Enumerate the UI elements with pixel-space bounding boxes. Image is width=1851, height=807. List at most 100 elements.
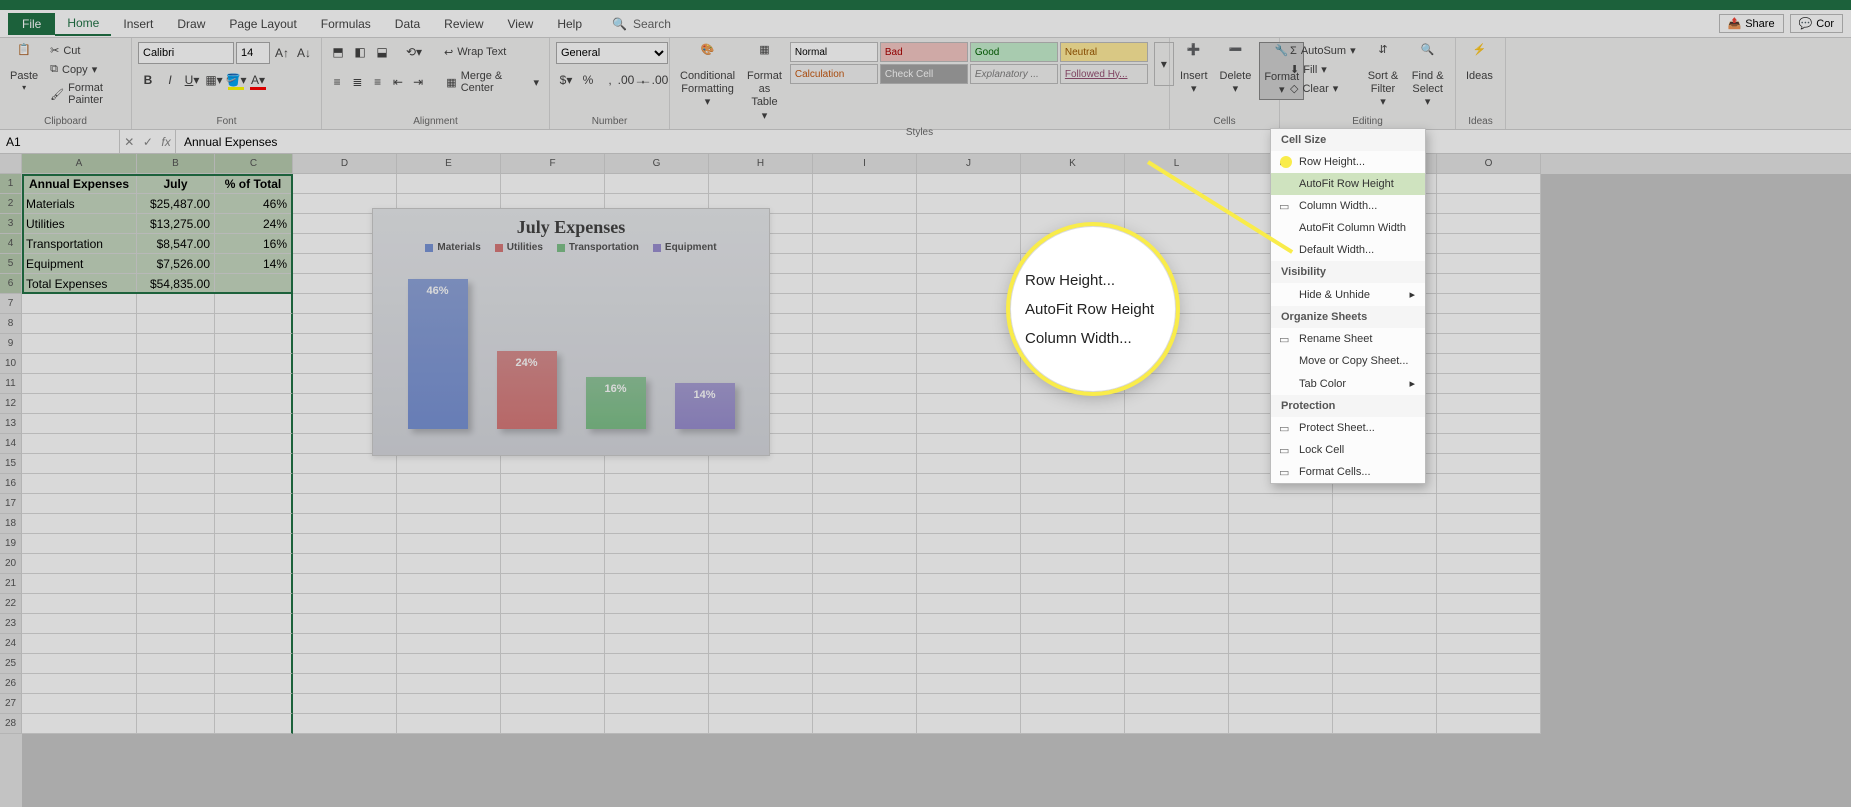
cell-M25[interactable]	[1229, 654, 1333, 674]
cell-E28[interactable]	[397, 714, 501, 734]
bold-button[interactable]: B	[138, 70, 158, 90]
cell-J23[interactable]	[917, 614, 1021, 634]
cell-O21[interactable]	[1437, 574, 1541, 594]
cell-C18[interactable]	[215, 514, 293, 534]
cell-F1[interactable]	[501, 174, 605, 194]
cell-A28[interactable]	[22, 714, 137, 734]
cell-B20[interactable]	[137, 554, 215, 574]
cell-J21[interactable]	[917, 574, 1021, 594]
cell-N22[interactable]	[1333, 594, 1437, 614]
cell-G21[interactable]	[605, 574, 709, 594]
cell-I8[interactable]	[813, 314, 917, 334]
cell-O16[interactable]	[1437, 474, 1541, 494]
style-neutral[interactable]: Neutral	[1060, 42, 1148, 62]
cell-F20[interactable]	[501, 554, 605, 574]
cell-B21[interactable]	[137, 574, 215, 594]
cell-L16[interactable]	[1125, 474, 1229, 494]
col-header-J[interactable]: J	[917, 154, 1021, 174]
worksheet[interactable]: 1234567891011121314151617181920212223242…	[0, 154, 1851, 807]
cell-J14[interactable]	[917, 434, 1021, 454]
cell-L15[interactable]	[1125, 454, 1229, 474]
increase-indent-button[interactable]: ⇥	[409, 72, 427, 92]
clear-button[interactable]: ◇ Clear ▾	[1286, 80, 1360, 97]
cell-A2[interactable]: Materials	[22, 194, 137, 214]
cell-J27[interactable]	[917, 694, 1021, 714]
enter-formula-icon[interactable]: ✓	[143, 135, 153, 149]
cell-E18[interactable]	[397, 514, 501, 534]
tell-me-search[interactable]: 🔍 Search	[612, 17, 671, 31]
row-header-23[interactable]: 23	[0, 614, 22, 634]
col-header-G[interactable]: G	[605, 154, 709, 174]
menu-item-column-width[interactable]: ▭Column Width...	[1271, 195, 1425, 217]
cell-C21[interactable]	[215, 574, 293, 594]
menu-item-autofit-column-width[interactable]: AutoFit Column Width	[1271, 217, 1425, 239]
row-header-1[interactable]: 1	[0, 174, 22, 194]
cell-A7[interactable]	[22, 294, 137, 314]
cell-B11[interactable]	[137, 374, 215, 394]
conditional-formatting-button[interactable]: 🎨Conditional Formatting▾	[676, 42, 739, 112]
cell-O12[interactable]	[1437, 394, 1541, 414]
cell-L13[interactable]	[1125, 414, 1229, 434]
cell-B26[interactable]	[137, 674, 215, 694]
cell-J20[interactable]	[917, 554, 1021, 574]
cell-A23[interactable]	[22, 614, 137, 634]
sort-filter-button[interactable]: ⇵Sort & Filter▾	[1364, 42, 1403, 112]
cell-L24[interactable]	[1125, 634, 1229, 654]
cell-O28[interactable]	[1437, 714, 1541, 734]
menu-item-protect-sheet[interactable]: ▭Protect Sheet...	[1271, 417, 1425, 439]
cell-K14[interactable]	[1021, 434, 1125, 454]
cell-L12[interactable]	[1125, 394, 1229, 414]
decrease-decimal-button[interactable]: ←.00	[644, 70, 664, 90]
cell-E26[interactable]	[397, 674, 501, 694]
style-calculation[interactable]: Calculation	[790, 64, 878, 84]
cell-O2[interactable]	[1437, 194, 1541, 214]
cell-J15[interactable]	[917, 454, 1021, 474]
cell-F16[interactable]	[501, 474, 605, 494]
cell-J25[interactable]	[917, 654, 1021, 674]
share-button[interactable]: 📤 Share	[1719, 14, 1784, 33]
cell-C14[interactable]	[215, 434, 293, 454]
cell-I18[interactable]	[813, 514, 917, 534]
cell-F28[interactable]	[501, 714, 605, 734]
cell-B22[interactable]	[137, 594, 215, 614]
col-header-K[interactable]: K	[1021, 154, 1125, 174]
cell-I16[interactable]	[813, 474, 917, 494]
cell-B23[interactable]	[137, 614, 215, 634]
cell-H19[interactable]	[709, 534, 813, 554]
italic-button[interactable]: I	[160, 70, 180, 90]
percent-button[interactable]: %	[578, 70, 598, 90]
cell-D15[interactable]	[293, 454, 397, 474]
cell-F26[interactable]	[501, 674, 605, 694]
cell-L3[interactable]	[1125, 214, 1229, 234]
cell-E22[interactable]	[397, 594, 501, 614]
cell-N23[interactable]	[1333, 614, 1437, 634]
cell-B6[interactable]: $54,835.00	[137, 274, 215, 294]
cell-A18[interactable]	[22, 514, 137, 534]
cell-H16[interactable]	[709, 474, 813, 494]
row-header-22[interactable]: 22	[0, 594, 22, 614]
cell-D27[interactable]	[293, 694, 397, 714]
cell-I10[interactable]	[813, 354, 917, 374]
cell-G16[interactable]	[605, 474, 709, 494]
cell-E23[interactable]	[397, 614, 501, 634]
cell-C10[interactable]	[215, 354, 293, 374]
cell-I17[interactable]	[813, 494, 917, 514]
cell-J28[interactable]	[917, 714, 1021, 734]
cell-I15[interactable]	[813, 454, 917, 474]
cell-O7[interactable]	[1437, 294, 1541, 314]
row-header-12[interactable]: 12	[0, 394, 22, 414]
cell-D1[interactable]	[293, 174, 397, 194]
accounting-button[interactable]: $▾	[556, 70, 576, 90]
style-followed-hyperlink[interactable]: Followed Hy...	[1060, 64, 1148, 84]
cell-D20[interactable]	[293, 554, 397, 574]
cell-J13[interactable]	[917, 414, 1021, 434]
cell-D28[interactable]	[293, 714, 397, 734]
cell-H15[interactable]	[709, 454, 813, 474]
cell-J10[interactable]	[917, 354, 1021, 374]
cell-L25[interactable]	[1125, 654, 1229, 674]
cell-O27[interactable]	[1437, 694, 1541, 714]
align-top-button[interactable]: ⬒	[328, 42, 348, 62]
cell-C27[interactable]	[215, 694, 293, 714]
align-left-button[interactable]: ≡	[328, 72, 346, 92]
cell-B27[interactable]	[137, 694, 215, 714]
